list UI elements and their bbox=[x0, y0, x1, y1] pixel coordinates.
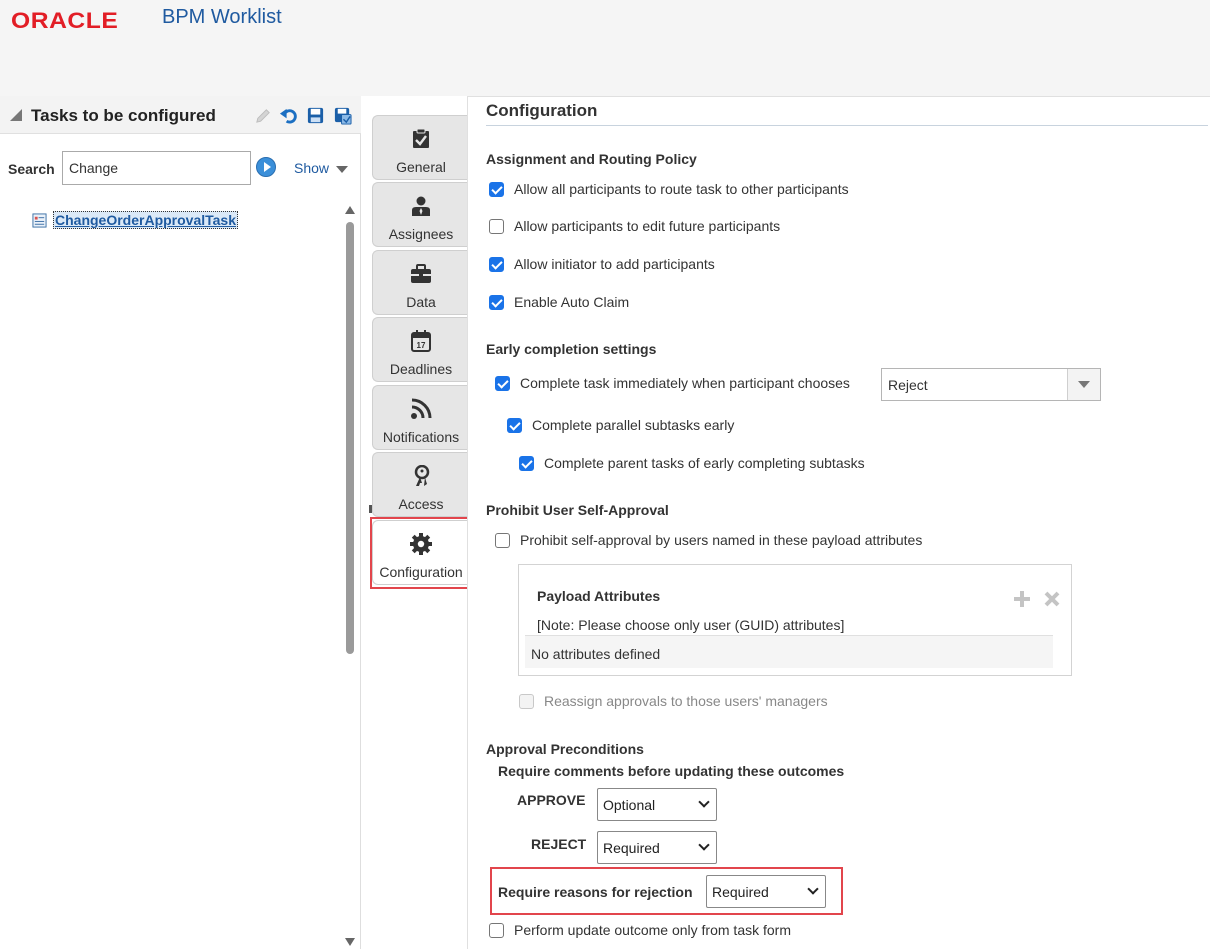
tab-data-label: Data bbox=[406, 294, 436, 310]
tab-access-label: Access bbox=[398, 496, 444, 512]
approve-value: Optional bbox=[603, 797, 656, 813]
checkbox[interactable] bbox=[489, 257, 504, 272]
approve-comment-select[interactable]: Optional bbox=[597, 788, 717, 821]
checkbox[interactable] bbox=[519, 456, 534, 471]
self-approval-heading: Prohibit User Self-Approval bbox=[486, 502, 669, 518]
title-divider bbox=[486, 125, 1208, 126]
search-input[interactable] bbox=[62, 151, 251, 185]
task-form-icon bbox=[32, 213, 47, 228]
chevron-down-icon bbox=[698, 839, 710, 851]
chevron-down-icon bbox=[698, 796, 710, 808]
tab-data[interactable]: Data bbox=[372, 250, 468, 315]
highlight-configuration-tab bbox=[370, 517, 469, 589]
checkbox[interactable] bbox=[495, 376, 510, 391]
app-title: BPM Worklist bbox=[162, 6, 282, 28]
add-icon[interactable] bbox=[1013, 590, 1031, 608]
early-completion-heading: Early completion settings bbox=[486, 341, 657, 357]
scroll-down-icon[interactable] bbox=[345, 938, 355, 946]
show-menu-link[interactable]: Show bbox=[294, 160, 329, 176]
delete-icon[interactable] bbox=[1043, 590, 1061, 608]
reject-label: REJECT bbox=[531, 836, 587, 852]
preconditions-subheading: Require comments before updating these o… bbox=[498, 763, 845, 779]
payload-title: Payload Attributes bbox=[537, 588, 661, 604]
reject-comment-select[interactable]: Required bbox=[597, 831, 717, 864]
preconditions-heading: Approval Preconditions bbox=[486, 741, 644, 757]
highlight-rejection-reasons bbox=[490, 867, 843, 915]
payload-note: [Note: Please choose only user (GUID) at… bbox=[537, 617, 845, 633]
payload-empty-text: No attributes defined bbox=[531, 646, 661, 662]
edit-icon[interactable] bbox=[254, 106, 273, 125]
option-label: Prohibit self-approval by users named in… bbox=[520, 532, 923, 548]
collapse-icon[interactable] bbox=[10, 109, 22, 121]
tab-assignees-label: Assignees bbox=[388, 226, 454, 242]
tab-general-label: General bbox=[396, 159, 446, 175]
outcome-select[interactable]: Reject bbox=[881, 368, 1101, 401]
tab-access[interactable]: Access bbox=[372, 452, 468, 517]
checkbox[interactable] bbox=[489, 295, 504, 310]
calendar-day: 17 bbox=[417, 341, 426, 350]
keys-icon bbox=[414, 465, 430, 486]
briefcase-icon bbox=[411, 264, 431, 283]
tasks-panel-header: Tasks to be configured bbox=[0, 96, 361, 134]
payload-empty-row: No attributes defined bbox=[525, 635, 1053, 668]
assignment-heading: Assignment and Routing Policy bbox=[486, 151, 697, 167]
option-label: Enable Auto Claim bbox=[514, 294, 630, 310]
tab-general[interactable]: General bbox=[372, 115, 468, 180]
tab-deadlines-label: Deadlines bbox=[389, 361, 453, 377]
tab-deadlines[interactable]: 17 Deadlines bbox=[372, 317, 468, 382]
tab-notifications[interactable]: Notifications bbox=[372, 385, 468, 450]
tab-notifications-label: Notifications bbox=[382, 429, 460, 445]
tree-item-label[interactable]: ChangeOrderApprovalTask bbox=[53, 211, 239, 229]
checkbox[interactable] bbox=[489, 923, 504, 938]
page-title: Configuration bbox=[486, 101, 598, 120]
search-label: Search bbox=[8, 161, 55, 177]
oracle-logo: ORACLE bbox=[11, 8, 119, 33]
undo-icon[interactable] bbox=[279, 106, 298, 125]
checklist-icon bbox=[413, 128, 429, 148]
option-label: Allow initiator to add participants bbox=[514, 256, 715, 272]
person-icon bbox=[412, 196, 430, 216]
checkbox[interactable] bbox=[489, 182, 504, 197]
calendar-icon: 17 bbox=[411, 330, 431, 352]
reject-value: Required bbox=[603, 840, 660, 856]
approve-label: APPROVE bbox=[517, 792, 586, 808]
scroll-up-icon[interactable] bbox=[345, 206, 355, 214]
checkbox[interactable] bbox=[495, 533, 510, 548]
option-label: Allow all participants to route task to … bbox=[514, 181, 849, 197]
tasks-panel: Tasks to be configured Search Show bbox=[0, 96, 361, 949]
chevron-down-icon[interactable] bbox=[336, 166, 348, 173]
payload-attributes-panel: Payload Attributes [Note: Please choose … bbox=[518, 564, 1072, 676]
checkbox bbox=[519, 694, 534, 709]
tasks-panel-title: Tasks to be configured bbox=[31, 106, 216, 125]
configuration-panel: Configuration Assignment and Routing Pol… bbox=[467, 96, 1210, 949]
checkbox[interactable] bbox=[507, 418, 522, 433]
save-icon[interactable] bbox=[306, 106, 325, 125]
chevron-down-icon[interactable] bbox=[1067, 369, 1100, 400]
search-go-icon[interactable] bbox=[256, 157, 276, 177]
tasks-scrollbar[interactable] bbox=[343, 206, 357, 949]
option-label: Complete parallel subtasks early bbox=[532, 417, 735, 433]
option-label: Complete task immediately when participa… bbox=[520, 375, 850, 391]
option-label: Allow participants to edit future partic… bbox=[514, 218, 781, 234]
checkbox[interactable] bbox=[489, 219, 504, 234]
tab-assignees[interactable]: Assignees bbox=[372, 182, 468, 247]
rss-icon bbox=[411, 398, 432, 419]
top-bar: ORACLE BPM Worklist bbox=[0, 0, 1210, 96]
option-label: Complete parent tasks of early completin… bbox=[544, 455, 865, 471]
option-label: Perform update outcome only from task fo… bbox=[514, 922, 791, 938]
scroll-thumb[interactable] bbox=[346, 222, 354, 654]
save-and-apply-icon[interactable] bbox=[333, 106, 352, 125]
option-label: Reassign approvals to those users' manag… bbox=[544, 693, 828, 709]
splitter-handle[interactable] bbox=[369, 505, 372, 513]
outcome-value: Reject bbox=[888, 377, 928, 393]
